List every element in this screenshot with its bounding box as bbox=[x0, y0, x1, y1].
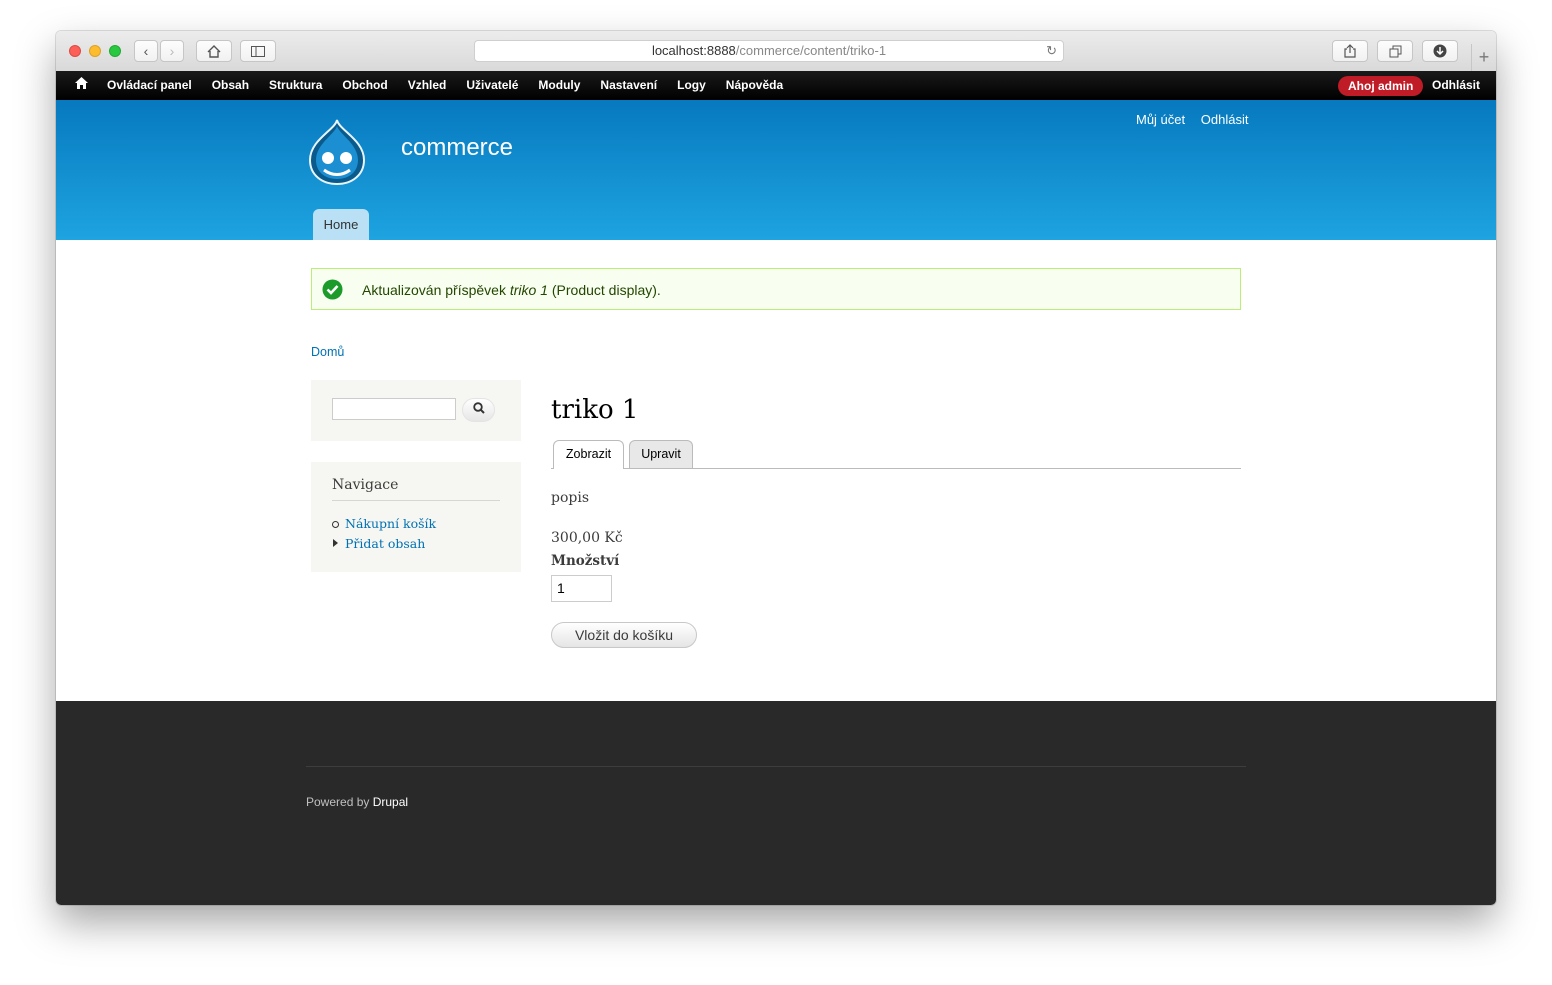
powered-by-text: Powered by bbox=[306, 795, 373, 809]
admin-menu-store[interactable]: Obchod bbox=[332, 71, 397, 100]
tab-edit[interactable]: Upravit bbox=[629, 440, 693, 468]
status-message-text: Aktualizován příspěvek triko 1 (Product … bbox=[362, 282, 661, 298]
share-icon bbox=[1344, 44, 1356, 58]
tabs-icon bbox=[1389, 45, 1401, 58]
nav-item-cart-label[interactable]: Nákupní košík bbox=[345, 516, 436, 531]
admin-menu-appearance[interactable]: Vzhled bbox=[398, 71, 457, 100]
collapsed-triangle-icon bbox=[333, 539, 338, 547]
drupal-link[interactable]: Drupal bbox=[373, 795, 408, 809]
navigation-block: Navigace Nákupní košík Přidat obsah bbox=[311, 462, 521, 572]
admin-menu-dashboard[interactable]: Ovládací panel bbox=[97, 71, 202, 100]
sidebar-toggle-button[interactable] bbox=[240, 40, 276, 62]
url-path: /commerce/content/triko-1 bbox=[735, 43, 887, 58]
search-input[interactable] bbox=[332, 398, 456, 420]
tab-view[interactable]: Zobrazit bbox=[553, 440, 624, 469]
status-suffix: (Product display). bbox=[547, 282, 661, 298]
node-body: popis bbox=[551, 490, 590, 506]
nav-item-add-content-label[interactable]: Přidat obsah bbox=[345, 536, 425, 551]
address-bar[interactable]: localhost:8888/commerce/content/triko-1 … bbox=[474, 40, 1064, 62]
admin-menu-modules[interactable]: Moduly bbox=[528, 71, 590, 100]
admin-menu-people[interactable]: Uživatelé bbox=[456, 71, 528, 100]
downloads-button[interactable] bbox=[1422, 40, 1458, 62]
site-header: commerce Můj účet Odhlásit Home bbox=[56, 100, 1496, 240]
add-to-cart-button[interactable]: Vložit do košíku bbox=[551, 622, 697, 648]
admin-toolbar: Ovládací panel Obsah Struktura Obchod Vz… bbox=[56, 71, 1496, 100]
node-tabs: Zobrazit Upravit bbox=[551, 440, 1241, 469]
zoom-window-button[interactable] bbox=[109, 45, 121, 57]
drupal-drop-icon[interactable] bbox=[306, 118, 368, 186]
nav-item-add-content[interactable]: Přidat obsah bbox=[332, 536, 436, 556]
site-name[interactable]: commerce bbox=[401, 134, 513, 162]
navigation-list: Nákupní košík Přidat obsah bbox=[332, 516, 436, 556]
search-block bbox=[311, 380, 521, 441]
browser-toolbar: ‹ › localhost:8888/commerce/content/trik… bbox=[56, 31, 1496, 72]
status-prefix: Aktualizován příspěvek bbox=[362, 282, 510, 298]
home-icon bbox=[207, 45, 221, 58]
quantity-label: Množství bbox=[551, 553, 620, 569]
forward-button[interactable]: › bbox=[160, 40, 184, 62]
site-footer: Powered by Drupal bbox=[56, 701, 1496, 905]
breadcrumb[interactable]: Domů bbox=[311, 345, 344, 359]
page-title: triko 1 bbox=[551, 395, 639, 425]
nav-item-cart[interactable]: Nákupní košík bbox=[332, 516, 436, 536]
close-window-button[interactable] bbox=[69, 45, 81, 57]
quantity-input[interactable]: 1 bbox=[551, 575, 612, 602]
chevron-right-icon: › bbox=[169, 43, 175, 59]
search-button[interactable] bbox=[462, 398, 495, 422]
my-account-link[interactable]: Můj účet bbox=[1136, 112, 1185, 127]
check-circle-icon bbox=[322, 279, 343, 300]
user-account-badge[interactable]: Ahoj admin bbox=[1338, 76, 1424, 96]
product-price: 300,00 Kč bbox=[551, 530, 623, 546]
navigation-title: Navigace bbox=[332, 477, 500, 501]
browser-window: ‹ › localhost:8888/commerce/content/trik… bbox=[56, 31, 1496, 905]
status-message: Aktualizován příspěvek triko 1 (Product … bbox=[311, 268, 1241, 310]
main-menu-home[interactable]: Home bbox=[313, 209, 369, 240]
admin-menu: Ovládací panel Obsah Struktura Obchod Vz… bbox=[97, 71, 793, 100]
admin-menu-reports[interactable]: Logy bbox=[667, 71, 716, 100]
admin-menu-configuration[interactable]: Nastavení bbox=[590, 71, 667, 100]
secondary-menu: Můj účet Odhlásit bbox=[1124, 112, 1248, 127]
download-icon bbox=[1433, 44, 1447, 58]
chevron-left-icon: ‹ bbox=[143, 43, 149, 59]
bullet-circle-icon bbox=[332, 521, 339, 528]
admin-menu-structure[interactable]: Struktura bbox=[259, 71, 332, 100]
status-node-title: triko 1 bbox=[509, 282, 548, 298]
sidebar-icon bbox=[251, 46, 265, 57]
search-icon bbox=[472, 402, 485, 414]
back-button[interactable]: ‹ bbox=[134, 40, 158, 62]
reload-icon[interactable]: ↻ bbox=[1046, 41, 1057, 61]
plus-icon: + bbox=[1478, 47, 1490, 67]
admin-menu-content[interactable]: Obsah bbox=[202, 71, 259, 100]
new-tab-button[interactable]: + bbox=[1471, 44, 1496, 71]
home-button[interactable] bbox=[196, 40, 232, 62]
share-button[interactable] bbox=[1332, 40, 1368, 62]
home-icon[interactable] bbox=[75, 77, 88, 89]
logout-link[interactable]: Odhlásit bbox=[1201, 112, 1249, 127]
tabs-overview-button[interactable] bbox=[1377, 40, 1413, 62]
footer-divider bbox=[306, 766, 1246, 767]
url-host: localhost:8888 bbox=[651, 43, 736, 58]
admin-menu-help[interactable]: Nápověda bbox=[716, 71, 793, 100]
toolbar-logout-link[interactable]: Odhlásit bbox=[1432, 71, 1480, 100]
minimize-window-button[interactable] bbox=[89, 45, 101, 57]
powered-by: Powered by Drupal bbox=[306, 795, 408, 809]
